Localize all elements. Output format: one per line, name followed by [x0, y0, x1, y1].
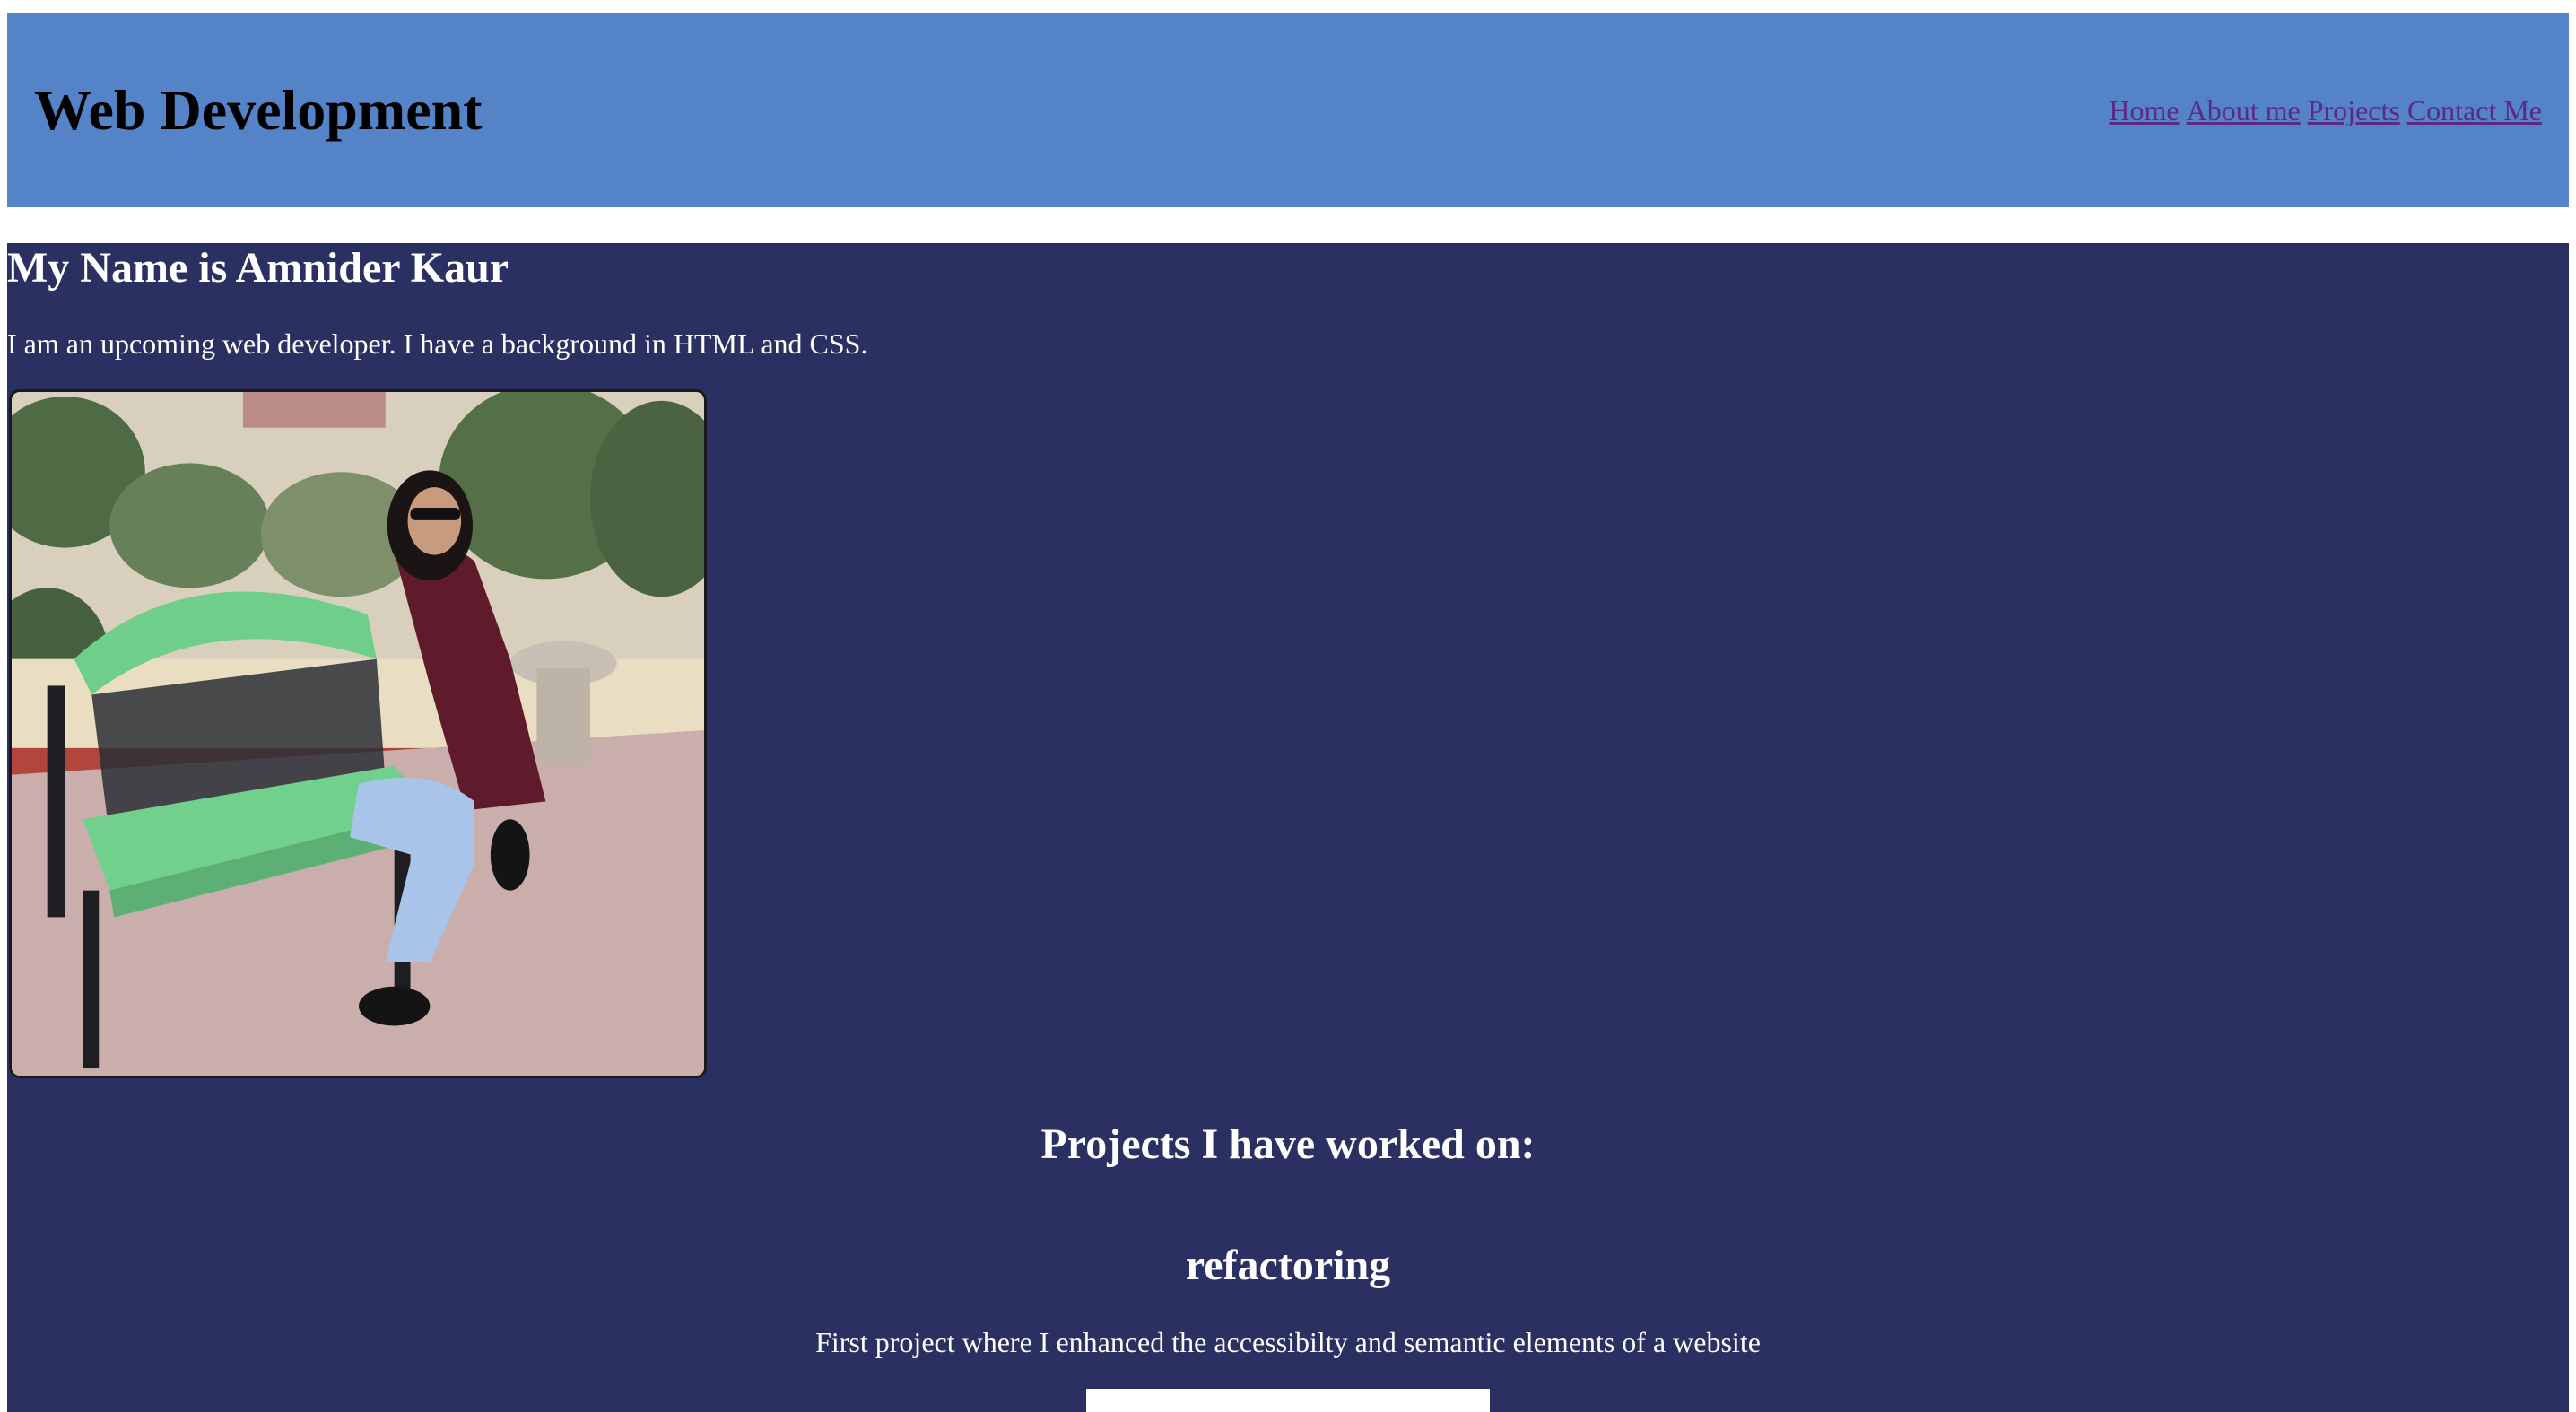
- about-text: I am an upcoming web developer. I have a…: [7, 327, 868, 360]
- site-header: Web Development Home About me Projects C…: [7, 13, 2569, 207]
- profile-photo-illustration: [12, 392, 704, 1076]
- project-title: refactoring: [1185, 1242, 1391, 1289]
- about-heading: My Name is Amnider Kaur: [7, 244, 509, 292]
- main-section: My Name is Amnider Kaur I am an upcoming…: [7, 243, 2569, 1412]
- nav-link-projects[interactable]: Projects: [2308, 94, 2400, 127]
- profile-photo: [9, 389, 707, 1078]
- projects-heading: Projects I have worked on:: [1040, 1120, 1536, 1168]
- page: Web Development Home About me Projects C…: [0, 0, 2576, 1412]
- project-preview-image[interactable]: [1086, 1389, 1490, 1412]
- site-title: Web Development: [34, 78, 483, 142]
- nav-link-home[interactable]: Home: [2109, 94, 2179, 127]
- main-nav: Home About me Projects Contact Me: [2109, 13, 2542, 207]
- nav-link-contact-me[interactable]: Contact Me: [2407, 94, 2542, 127]
- nav-link-about-me[interactable]: About me: [2187, 94, 2301, 127]
- project-description: First project where I enhanced the acces…: [815, 1326, 1761, 1358]
